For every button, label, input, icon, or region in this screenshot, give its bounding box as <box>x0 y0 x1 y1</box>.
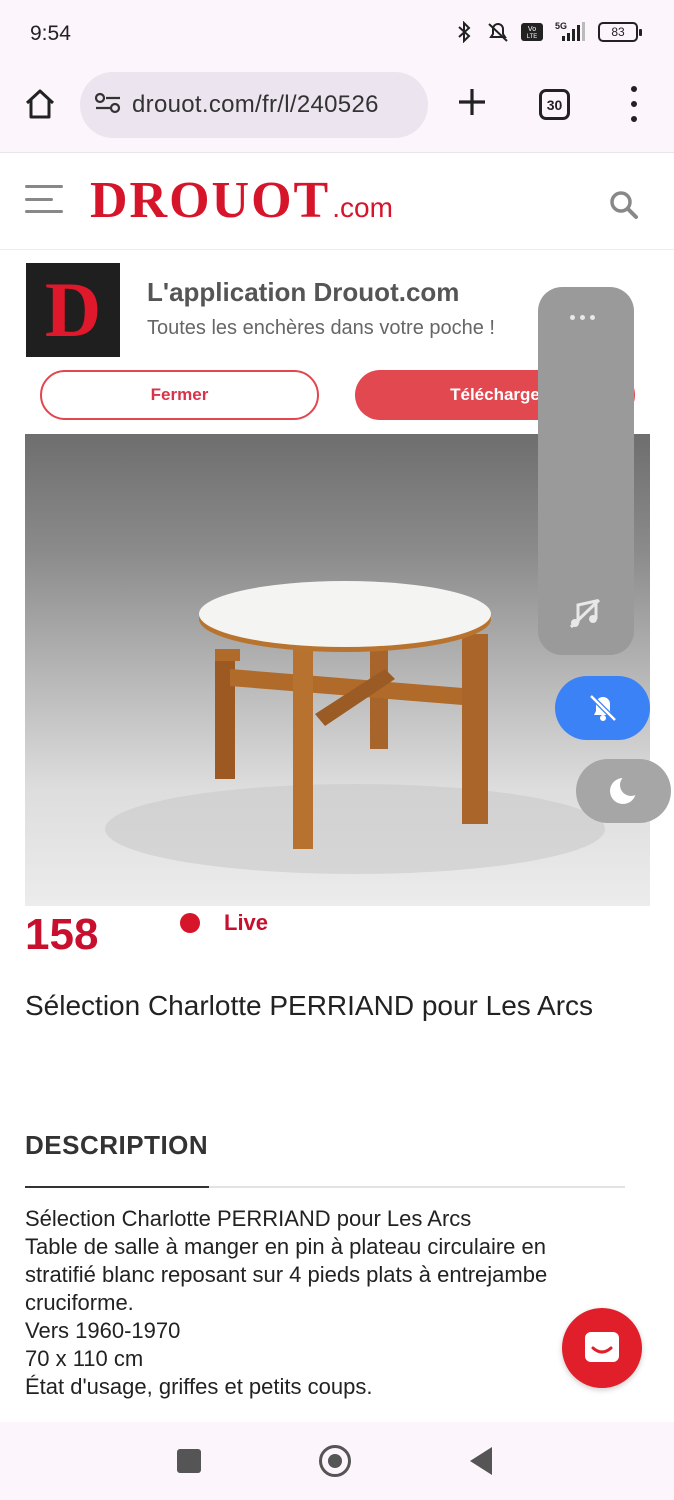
live-dot-icon <box>180 913 200 933</box>
home-icon <box>25 89 55 119</box>
battery-indicator: 83 <box>598 22 642 42</box>
url-text[interactable]: drouot.com/fr/l/240526 <box>132 91 379 119</box>
svg-text:Vo: Vo <box>528 26 536 33</box>
app-logo-letter: D <box>44 266 102 353</box>
status-time: 9:54 <box>30 22 71 45</box>
bell-off-icon <box>588 694 617 722</box>
new-tab-button[interactable] <box>456 86 488 118</box>
description-line: Sélection Charlotte PERRIAND pour Les Ar… <box>25 1206 472 1231</box>
site-header: DROUOT .com <box>0 152 674 250</box>
chat-button[interactable] <box>562 1308 642 1388</box>
home-button[interactable] <box>22 86 58 122</box>
search-icon[interactable] <box>608 189 640 221</box>
description-line: cruciforme. <box>25 1290 134 1315</box>
app-banner-title: L'application Drouot.com <box>147 277 460 307</box>
svg-text:5G: 5G <box>555 21 567 31</box>
bluetooth-icon <box>452 20 476 44</box>
status-bar: 9:54 Vo LTE 5G 83 <box>0 0 674 70</box>
lot-title: Sélection Charlotte PERRIAND pour Les Ar… <box>25 990 594 1021</box>
floating-panel[interactable] <box>538 287 634 655</box>
live-label: Live <box>224 910 269 935</box>
browser-toolbar: drouot.com/fr/l/240526 30 <box>0 70 674 152</box>
status-icons: Vo LTE 5G 83 <box>452 20 642 44</box>
dark-mode-toggle-button[interactable] <box>576 759 671 823</box>
address-bar[interactable]: drouot.com/fr/l/240526 <box>80 72 428 138</box>
description-body: Sélection Charlotte PERRIAND pour Les Ar… <box>25 1205 645 1401</box>
lot-number: 158 <box>25 910 99 959</box>
site-settings-icon[interactable] <box>94 91 122 120</box>
system-nav-bar <box>0 1422 674 1500</box>
app-banner-subtitle: Toutes les enchères dans votre poche ! <box>147 317 495 339</box>
more-dots-icon[interactable] <box>570 315 595 320</box>
live-indicator[interactable]: Live <box>180 910 268 936</box>
plus-icon <box>459 89 485 115</box>
logo-suffix: .com <box>332 192 393 223</box>
music-off-icon[interactable] <box>568 597 602 631</box>
volte-icon: Vo LTE <box>520 20 544 44</box>
description-line: État d'usage, griffes et petits coups. <box>25 1374 373 1399</box>
description-line: 70 x 110 cm <box>25 1346 144 1371</box>
close-banner-button[interactable]: Fermer <box>40 370 319 420</box>
hamburger-menu-icon[interactable] <box>25 185 63 213</box>
browser-menu-button[interactable] <box>624 86 644 122</box>
chat-icon <box>585 1332 619 1362</box>
description-heading[interactable]: DESCRIPTION <box>25 1130 208 1161</box>
recents-button[interactable] <box>177 1449 201 1473</box>
svg-text:LTE: LTE <box>527 34 538 40</box>
description-line: stratifié blanc reposant sur 4 pieds pla… <box>25 1262 548 1287</box>
logo-main: DROUOT <box>90 172 331 229</box>
description-divider <box>25 1186 625 1188</box>
back-button[interactable] <box>470 1447 492 1475</box>
app-logo: D <box>26 263 120 357</box>
signal-icon: 5G <box>554 20 588 44</box>
moon-icon <box>609 774 642 804</box>
description-line: Table de salle à manger en pin à plateau… <box>25 1234 546 1259</box>
tab-switcher-button[interactable]: 30 <box>539 89 570 120</box>
home-nav-button[interactable] <box>319 1445 351 1477</box>
mute-toggle-button[interactable] <box>555 676 650 740</box>
description-line: Vers 1960-1970 <box>25 1318 181 1343</box>
mute-bell-icon <box>486 20 510 44</box>
drouot-logo[interactable]: DROUOT .com <box>90 171 393 230</box>
